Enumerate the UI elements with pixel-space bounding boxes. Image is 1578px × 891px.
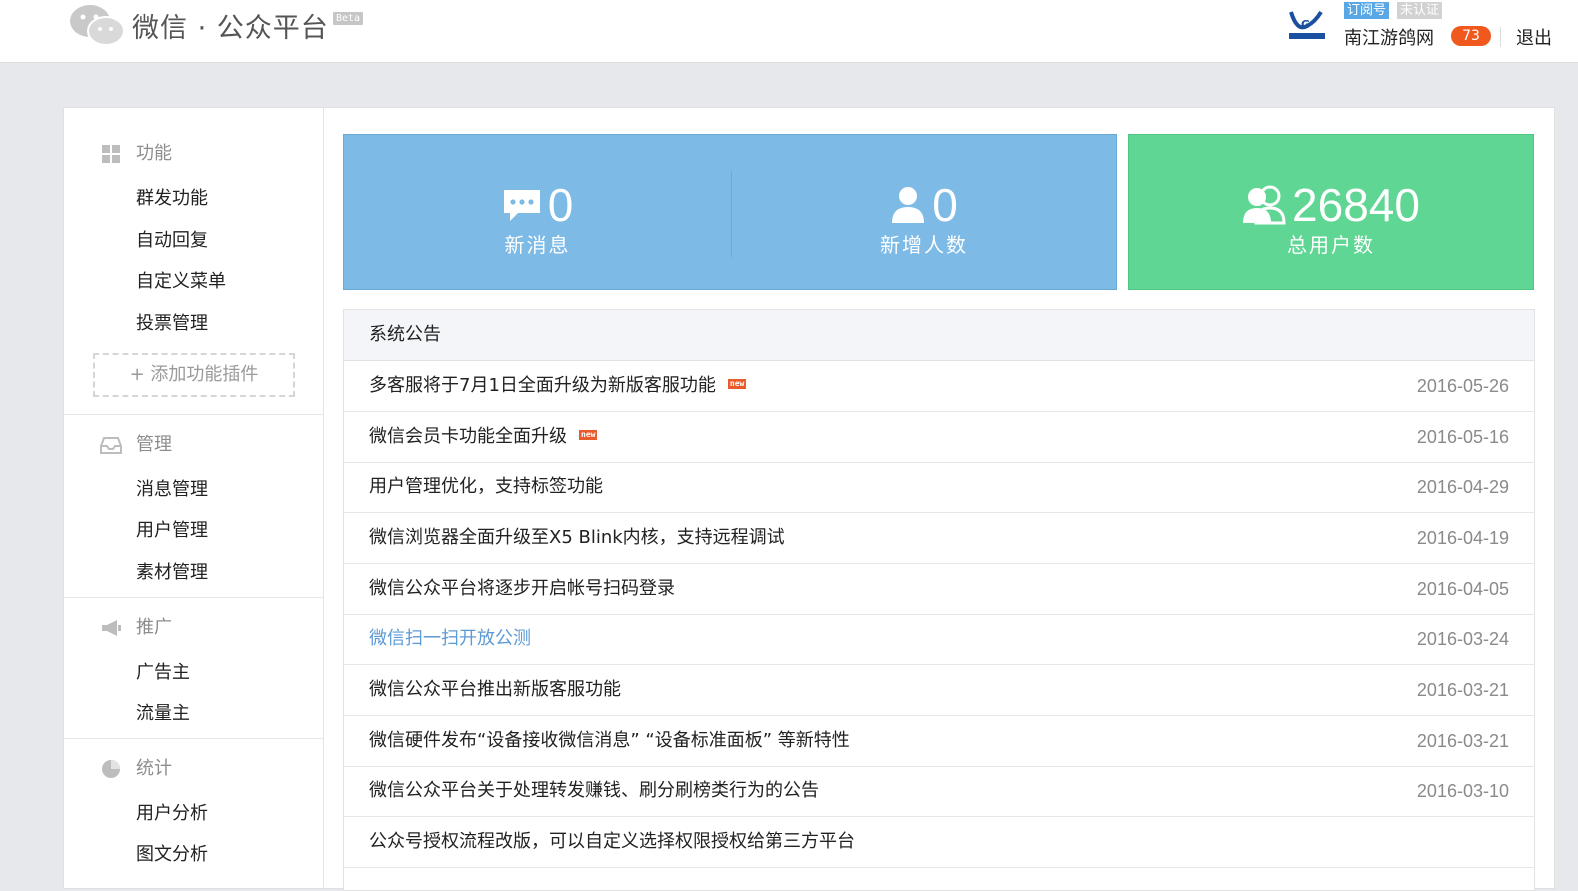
- sidebar: 功能 群发功能 自动回复 自定义菜单 投票管理 + 添加功能插件 管理 消息管理…: [64, 108, 324, 888]
- menu-group-label: 推广: [136, 617, 172, 638]
- stat-total-users[interactable]: 26840 总用户数: [1128, 134, 1534, 290]
- sidebar-item-article-analysis[interactable]: 图文分析: [136, 840, 208, 866]
- total-users-label: 总用户数: [1287, 233, 1375, 257]
- notice-row: 用户管理优化，支持标签功能 2016-04-29: [344, 462, 1534, 513]
- sidebar-item-mass-send[interactable]: 群发功能: [136, 184, 208, 210]
- sidebar-item-user-analysis[interactable]: 用户分析: [136, 799, 208, 825]
- new-tag: new: [579, 430, 598, 440]
- system-notice-panel: 系统公告 多客服将于7月1日全面升级为新版客服功能 new 2016-05-26 …: [343, 309, 1535, 891]
- sidebar-item-publisher[interactable]: 流量主: [136, 699, 190, 725]
- header-divider: [1500, 27, 1501, 47]
- notice-date: 2016-03-21: [1416, 731, 1509, 751]
- notice-link[interactable]: 微信硬件发布“设备接收微信消息” “设备标准面板” 等新特性: [369, 716, 850, 766]
- group-divider: [64, 738, 323, 739]
- top-header: 微信 · 公众平台 Beta G 订阅号 未认证 南江游鸽网 73 退出: [0, 0, 1578, 63]
- notice-date: 2016-05-16: [1416, 427, 1509, 447]
- notice-row: 微信硬件发布“设备接收微信消息” “设备标准面板” 等新特性 2016-03-2…: [344, 716, 1534, 767]
- notice-link[interactable]: 多客服将于7月1日全面升级为新版客服功能 new: [369, 361, 747, 411]
- new-tag: new: [727, 379, 747, 389]
- logout-link[interactable]: 退出: [1516, 24, 1552, 50]
- megaphone-icon: [102, 620, 121, 636]
- inbox-icon: [100, 437, 122, 454]
- notice-title: 系统公告: [344, 310, 1534, 361]
- menu-group-statistics: 统计: [100, 756, 172, 782]
- sidebar-item-materials[interactable]: 素材管理: [136, 558, 208, 584]
- notice-row: 微信浏览器全面升级至X5 Blink内核，支持远程调试 2016-04-19: [344, 513, 1534, 564]
- account-type-badge: 订阅号: [1344, 2, 1390, 19]
- account-avatar[interactable]: G: [1287, 8, 1327, 42]
- sidebar-item-messages[interactable]: 消息管理: [136, 475, 208, 501]
- notice-link[interactable]: 用户管理优化，支持标签功能: [369, 462, 603, 512]
- notice-date: 2016-03-24: [1416, 629, 1509, 649]
- new-users-count: 0: [932, 179, 958, 231]
- add-plugin-button[interactable]: + 添加功能插件: [93, 353, 295, 397]
- notice-date: 2016-05-26: [1416, 376, 1509, 396]
- verify-status-badge: 未认证: [1397, 2, 1443, 19]
- stats-panel: 0 新消息 0 新增人数: [343, 134, 1117, 290]
- notice-date: 2016-04-19: [1416, 528, 1509, 548]
- sidebar-item-vote[interactable]: 投票管理: [136, 309, 208, 335]
- svg-text:G: G: [1301, 18, 1310, 31]
- notice-link[interactable]: 微信公众平台将逐步开启帐号扫码登录: [369, 564, 675, 614]
- group-divider: [64, 597, 323, 598]
- menu-group-function: 功能: [100, 141, 172, 167]
- notice-row: 公众号授权流程改版，可以自定义选择权限授权给第三方平台: [344, 817, 1534, 868]
- notice-link-hovered[interactable]: 微信扫一扫开放公测: [369, 614, 531, 664]
- notice-link[interactable]: 微信公众平台关于处理转发赚钱、刷分刷榜类行为的公告: [369, 766, 819, 816]
- menu-group-manage: 管理: [100, 432, 172, 458]
- notice-row: 微信公众平台将逐步开启帐号扫码登录 2016-04-05: [344, 564, 1534, 615]
- sidebar-item-users[interactable]: 用户管理: [136, 516, 208, 542]
- account-name[interactable]: 南江游鸽网: [1344, 24, 1434, 50]
- notice-date: 2016-04-29: [1416, 477, 1509, 497]
- message-count-badge[interactable]: 73: [1451, 26, 1491, 46]
- notice-link[interactable]: 微信浏览器全面升级至X5 Blink内核，支持远程调试: [369, 513, 785, 563]
- main-panel: 功能 群发功能 自动回复 自定义菜单 投票管理 + 添加功能插件 管理 消息管理…: [63, 107, 1555, 891]
- menu-group-promotion: 推广: [100, 615, 172, 641]
- notice-row: 微信扫一扫开放公测 2016-03-24: [344, 614, 1534, 665]
- notice-date: 2016-03-21: [1416, 680, 1509, 700]
- beta-badge: Beta: [333, 12, 364, 25]
- message-bubble-icon: [503, 190, 540, 221]
- notice-link[interactable]: 微信会员卡功能全面升级 new: [369, 412, 598, 462]
- new-messages-count: 0: [547, 179, 574, 231]
- menu-group-label: 管理: [136, 434, 172, 455]
- total-users-count: 26840: [1292, 179, 1420, 231]
- notice-row: 微信公众平台关于处理转发赚钱、刷分刷榜类行为的公告 2016-03-10: [344, 766, 1534, 817]
- sidebar-item-advertiser[interactable]: 广告主: [136, 658, 190, 684]
- plus-icon: +: [129, 364, 145, 385]
- notice-title-text: 微信会员卡功能全面升级: [369, 426, 567, 447]
- wechat-logo-icon[interactable]: [68, 2, 128, 48]
- add-plugin-label: 添加功能插件: [150, 364, 259, 385]
- sidebar-item-custom-menu[interactable]: 自定义菜单: [136, 267, 226, 293]
- menu-group-label: 功能: [136, 143, 172, 164]
- notice-row: 多客服将于7月1日全面升级为新版客服功能 new 2016-05-26: [344, 361, 1534, 412]
- notice-date: 2016-04-05: [1416, 579, 1509, 599]
- pie-chart-icon: [102, 760, 120, 778]
- notice-date: 2016-03-10: [1416, 781, 1509, 801]
- group-divider: [64, 414, 323, 415]
- stat-new-messages[interactable]: 0 新消息: [344, 135, 731, 289]
- brand-title: 微信 · 公众平台: [132, 13, 329, 44]
- new-messages-label: 新消息: [504, 233, 571, 257]
- grid-icon: [102, 145, 120, 163]
- stat-new-users[interactable]: 0 新增人数: [732, 135, 1116, 289]
- notice-row: 微信公众平台推出新版客服功能 2016-03-21: [344, 665, 1534, 716]
- notice-title-text: 多客服将于7月1日全面升级为新版客服功能: [369, 375, 716, 396]
- notice-link[interactable]: 公众号授权流程改版，可以自定义选择权限授权给第三方平台: [369, 817, 855, 867]
- notice-link[interactable]: 微信公众平台推出新版客服功能: [369, 665, 621, 715]
- new-users-label: 新增人数: [880, 233, 968, 257]
- user-icon: [892, 187, 925, 223]
- sidebar-item-auto-reply[interactable]: 自动回复: [136, 226, 208, 252]
- users-group-icon: [1243, 185, 1286, 225]
- notice-row: 微信会员卡功能全面升级 new 2016-05-16: [344, 412, 1534, 463]
- menu-group-label: 统计: [136, 758, 172, 779]
